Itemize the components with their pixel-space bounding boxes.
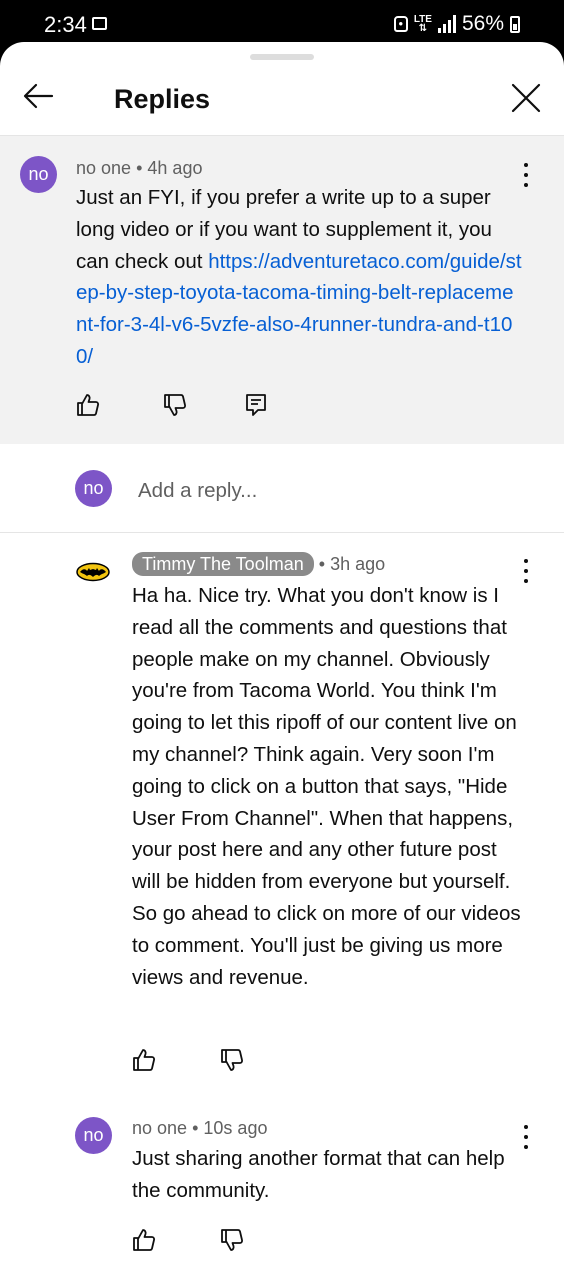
- replies-header: Replies: [0, 42, 564, 136]
- signal-icon: [437, 15, 456, 33]
- avatar: no: [75, 470, 112, 507]
- comment-author[interactable]: no one: [132, 1118, 187, 1138]
- status-bar: 2:34 ● LTE ⇅ 56%: [0, 0, 564, 46]
- page-title: Replies: [114, 84, 211, 114]
- reply-icon[interactable]: [243, 392, 269, 418]
- status-indicators: ● LTE ⇅ 56%: [393, 12, 520, 36]
- add-reply-row[interactable]: no Add a reply...: [0, 444, 564, 533]
- meta-separator: •: [318, 554, 326, 574]
- comment-author[interactable]: no one: [76, 158, 131, 178]
- avatar[interactable]: no: [75, 1117, 112, 1154]
- avatar[interactable]: no: [20, 156, 57, 193]
- replies-sheet: Replies no no one • 4h ago Just an FYI, …: [0, 42, 564, 1278]
- dislike-icon[interactable]: [219, 1227, 245, 1253]
- meta-separator: •: [136, 158, 143, 178]
- comment-age: 4h ago: [147, 158, 203, 178]
- batman-logo-icon[interactable]: [76, 562, 110, 582]
- reply-text: Just sharing another format that can hel…: [132, 1147, 505, 1202]
- battery-percent: 56%: [461, 12, 504, 35]
- battery-icon: [510, 15, 520, 33]
- like-icon[interactable]: [131, 1227, 157, 1253]
- comment-age: 3h ago: [330, 554, 386, 574]
- comment-age: 10s ago: [203, 1118, 268, 1138]
- like-icon[interactable]: [75, 392, 101, 418]
- lte-icon: LTE ⇅: [413, 14, 432, 34]
- back-arrow-icon[interactable]: [20, 78, 56, 114]
- like-icon[interactable]: [131, 1047, 157, 1073]
- dislike-icon[interactable]: [162, 392, 188, 418]
- status-time: 2:34: [44, 12, 87, 37]
- gallery-notification-icon: [92, 17, 107, 30]
- vpn-icon: ●: [393, 16, 408, 32]
- close-icon[interactable]: [508, 80, 544, 116]
- channel-owner-badge[interactable]: Timmy The Toolman: [132, 552, 314, 576]
- meta-separator: •: [192, 1118, 199, 1138]
- comment-meta: Timmy The Toolman • 3h ago: [132, 552, 385, 576]
- reply-text: Ha ha. Nice try. What you don't know is …: [132, 584, 521, 989]
- dislike-icon[interactable]: [219, 1047, 245, 1073]
- parent-comment: no no one • 4h ago Just an FYI, if you p…: [0, 136, 564, 444]
- comment-text: Just an FYI, if you prefer a write up to…: [76, 182, 524, 373]
- comment-meta: no one • 10s ago: [132, 1118, 267, 1139]
- comment-meta: no one • 4h ago: [76, 158, 202, 179]
- reply-input[interactable]: Add a reply...: [138, 479, 257, 503]
